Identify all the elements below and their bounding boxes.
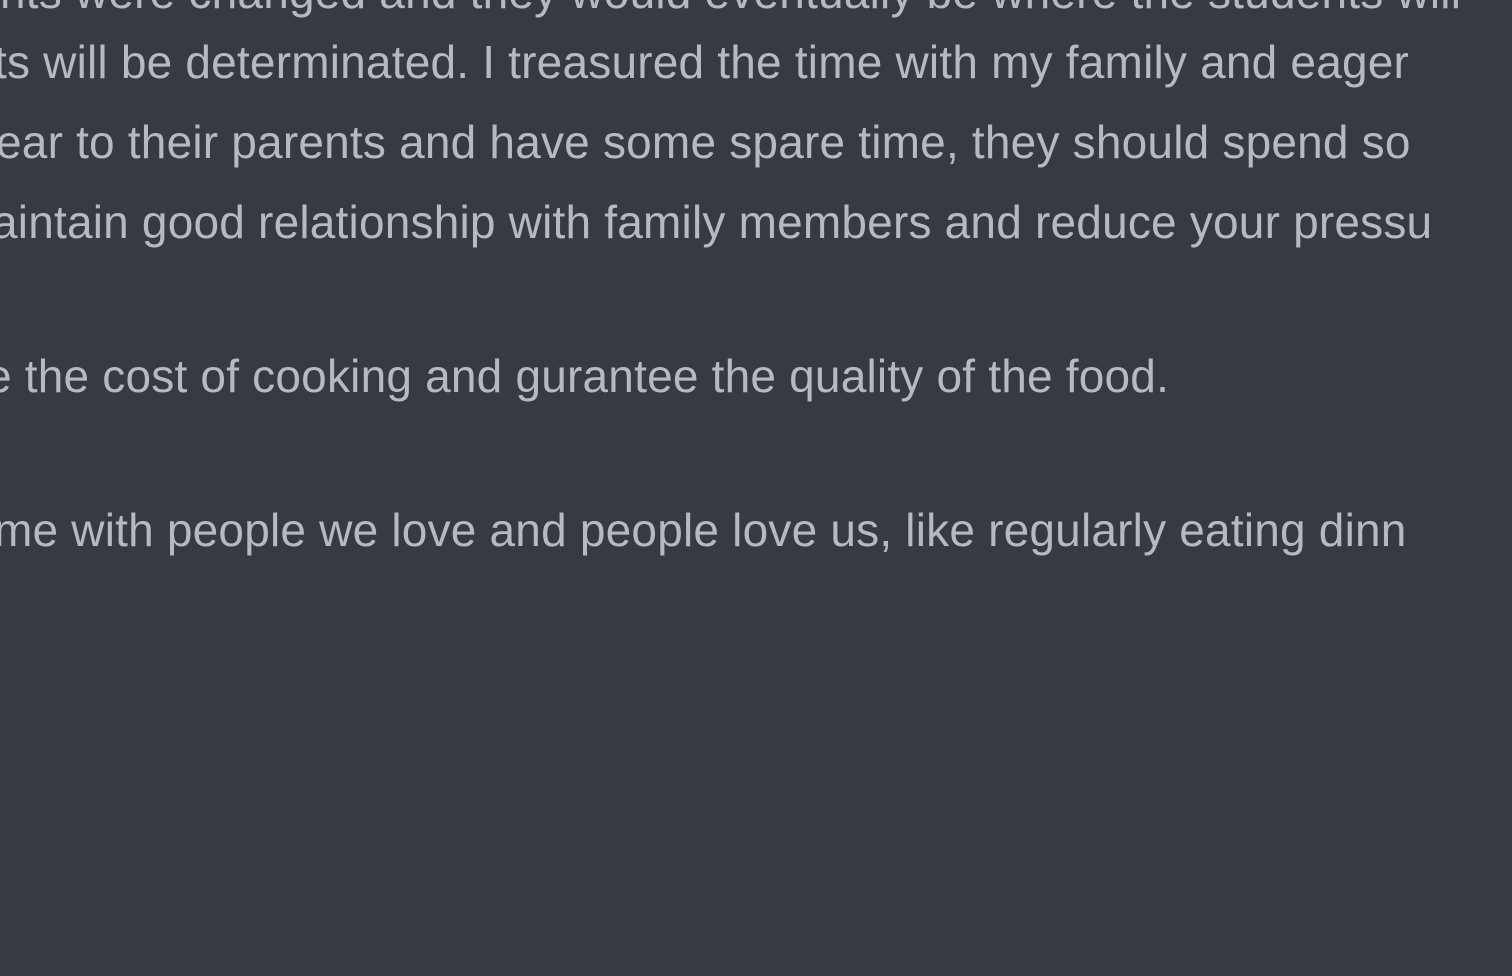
text-line-cropped-top: nts were changed and they would eventual… (0, 0, 1461, 22)
text-line: ear to their parents and have some spare… (0, 116, 1411, 168)
text-line: me with people we love and people love u… (0, 504, 1407, 556)
text-line: e the cost of cooking and gurantee the q… (0, 350, 1170, 402)
text-line: aintain good relationship with family me… (0, 196, 1433, 248)
text-editor-area[interactable]: nts were changed and they would eventual… (0, 0, 1512, 976)
text-line: ts will be determinated. I treasured the… (0, 36, 1410, 88)
